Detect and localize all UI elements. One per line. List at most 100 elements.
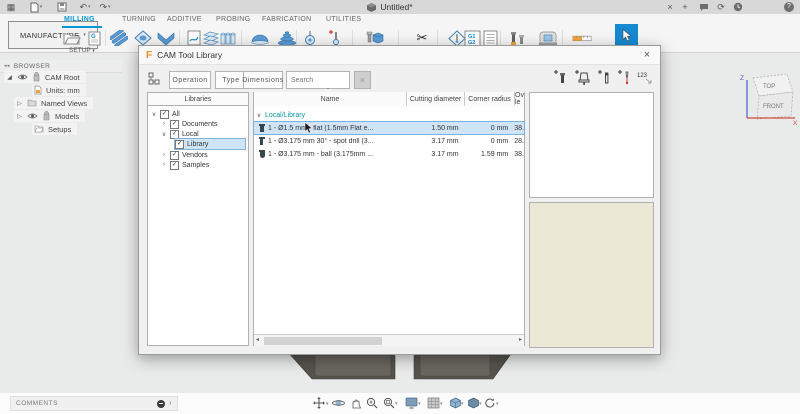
scroll-left-icon[interactable]: ◂ — [256, 335, 259, 346]
column-header-name[interactable]: Name — [254, 92, 407, 106]
gcode-document-icon[interactable]: G — [84, 29, 104, 47]
caret-down-icon[interactable]: ▾ — [440, 401, 443, 407]
tab-probing[interactable]: PROBING — [216, 16, 250, 23]
checkbox-checked[interactable]: ✓ — [170, 130, 179, 139]
expander-icon[interactable]: › — [161, 162, 167, 168]
help-icon[interactable]: ? — [782, 0, 796, 14]
app-grid-icon[interactable]: ▦ — [4, 0, 18, 14]
active-command-button[interactable] — [615, 24, 638, 47]
scroll-right-icon[interactable]: ▸ — [519, 335, 522, 346]
view-cube[interactable]: TOP FRONT Z X — [733, 66, 799, 126]
browser-item-named-views[interactable]: ▷ Named Views — [14, 97, 93, 109]
document-tab[interactable]: Untitled* — [330, 0, 450, 14]
tool-row-ball-endmill[interactable]: 1 - Ø3.175 mm - ball (3.175mm ... 3.17 m… — [254, 148, 524, 160]
library-view-icon[interactable] — [148, 72, 163, 92]
tree-item-library[interactable]: ✓ Library — [175, 139, 245, 149]
caret-down-icon[interactable]: ▾ — [479, 401, 482, 407]
filter-operation-button[interactable]: Operation — [169, 71, 211, 89]
tree-item-vendors[interactable]: › ✓ Vendors — [161, 150, 245, 160]
caret-down-icon[interactable]: ▾ — [395, 401, 398, 407]
expander-icon[interactable]: › — [161, 121, 167, 127]
browser-item-units[interactable]: Units: mm — [32, 84, 86, 96]
look-at-icon[interactable] — [404, 396, 418, 409]
checkbox-checked[interactable]: ✓ — [160, 110, 169, 119]
caret-down-icon[interactable]: ▾ — [496, 401, 499, 407]
display-settings-icon[interactable] — [426, 396, 440, 409]
checkbox-checked[interactable]: ✓ — [170, 151, 179, 160]
add-turn-tool-icon[interactable] — [596, 70, 613, 87]
tab-fabrication[interactable]: FABRICATION — [262, 16, 311, 23]
pan-icon[interactable] — [312, 396, 326, 409]
browser-item-setups[interactable]: Setups — [32, 123, 77, 135]
column-header-corner-radius[interactable]: Corner radius — [465, 92, 515, 106]
hand-pan-icon[interactable] — [349, 396, 363, 409]
grid-snaps-icon[interactable] — [466, 396, 480, 409]
horizontal-scrollbar[interactable]: ◂ ▸ — [254, 334, 524, 346]
add-mill-tool-icon[interactable] — [552, 70, 569, 87]
library-group-row[interactable]: ∨ Local/Library — [254, 110, 526, 120]
collapse-panel-icon[interactable]: ◂◂ — [4, 63, 10, 69]
expander-icon[interactable]: ◢ — [6, 74, 13, 81]
sync-status-icon[interactable]: ⟳ — [714, 0, 728, 14]
eye-icon[interactable] — [17, 73, 28, 81]
zoom-in-icon[interactable] — [365, 396, 379, 409]
expand-comments-icon[interactable]: › — [169, 400, 172, 407]
tree-item-local[interactable]: ∨ ✓ Local — [161, 129, 245, 139]
expander-icon[interactable]: ∨ — [151, 111, 157, 118]
column-header-cutting-diameter[interactable]: Cutting diameter — [407, 92, 465, 106]
search-input[interactable] — [286, 71, 350, 89]
tree-item-samples[interactable]: › ✓ Samples — [161, 160, 245, 170]
expander-icon[interactable]: ▷ — [16, 113, 23, 120]
tab-additive[interactable]: ADDITIVE — [167, 16, 202, 23]
job-status-clock-icon[interactable] — [731, 0, 745, 14]
caret-down-icon[interactable]: ▾ — [418, 401, 421, 407]
tool-row-spot-drill[interactable]: 1 - Ø3.175 mm 30° - spot drill (3... 3.1… — [254, 135, 524, 147]
tool-row-flat-endmill[interactable]: 1 - Ø1.5 mm - flat (1.5mm Flat e... 1.50… — [254, 122, 524, 134]
comment-bubble-icon[interactable] — [697, 0, 711, 14]
expander-icon[interactable]: ∨ — [161, 131, 167, 138]
checkbox-checked[interactable]: ✓ — [170, 161, 179, 170]
browser-item-models[interactable]: ▷ Models — [14, 110, 85, 122]
comments-count-icon[interactable] — [157, 400, 165, 408]
checkbox-checked[interactable]: ✓ — [175, 140, 184, 149]
column-header-overall-length[interactable]: Overall le — [515, 92, 524, 106]
checkbox-checked[interactable]: ✓ — [170, 120, 179, 129]
scrollbar-thumb[interactable] — [264, 337, 382, 345]
expander-icon[interactable]: ∨ — [256, 112, 262, 119]
tree-item-all[interactable]: ∨ ✓ All — [151, 109, 245, 119]
new-setup-folder-icon[interactable] — [62, 29, 82, 47]
comments-bar[interactable]: COMMENTS › — [10, 396, 178, 411]
close-tab-icon[interactable]: × — [664, 0, 676, 14]
eye-icon[interactable] — [27, 112, 38, 120]
expander-icon[interactable]: › — [161, 152, 167, 158]
add-holder-icon[interactable] — [574, 70, 591, 87]
svg-text:G: G — [91, 34, 96, 40]
expander-icon[interactable]: ▷ — [16, 100, 23, 107]
tab-utilities[interactable]: UTILITIES — [326, 16, 361, 23]
renumber-tools-icon[interactable]: 123 — [636, 70, 653, 87]
viewcube-front-label[interactable]: FRONT — [763, 104, 784, 110]
browser-item-cam-root[interactable]: ◢ CAM Root — [4, 71, 86, 83]
tab-milling[interactable]: MILLING — [64, 16, 95, 23]
caret-down-icon[interactable]: ▾ — [326, 401, 329, 407]
viewport-layout-icon[interactable] — [448, 396, 462, 409]
zoom-window-icon[interactable] — [382, 396, 396, 409]
caret-down-icon[interactable]: ▾ — [461, 401, 464, 407]
setup-group-label[interactable]: SETUP ▾ — [60, 47, 104, 54]
viewcube-top-label[interactable]: TOP — [763, 84, 775, 90]
clear-search-button[interactable]: × — [354, 71, 371, 89]
add-probe-tool-icon[interactable] — [616, 70, 633, 87]
new-tab-icon[interactable]: + — [679, 0, 691, 14]
redo-icon[interactable]: ↷▾ — [96, 0, 114, 14]
save-icon[interactable] — [55, 0, 69, 14]
filter-dimensions-button[interactable]: Dimensions — [243, 71, 283, 89]
turning-tubes-icon[interactable] — [109, 29, 129, 47]
dialog-titlebar[interactable]: F CAM Tool Library — [139, 46, 660, 65]
dialog-close-icon[interactable]: × — [640, 48, 654, 62]
tab-turning[interactable]: TURNING — [122, 16, 156, 23]
undo-icon[interactable]: ↶▾ — [76, 0, 94, 14]
reset-view-icon[interactable] — [483, 396, 497, 409]
orbit-icon[interactable] — [331, 396, 345, 409]
file-menu-icon[interactable]: ▾ — [26, 0, 46, 14]
tree-item-documents[interactable]: › ✓ Documents — [161, 119, 245, 129]
